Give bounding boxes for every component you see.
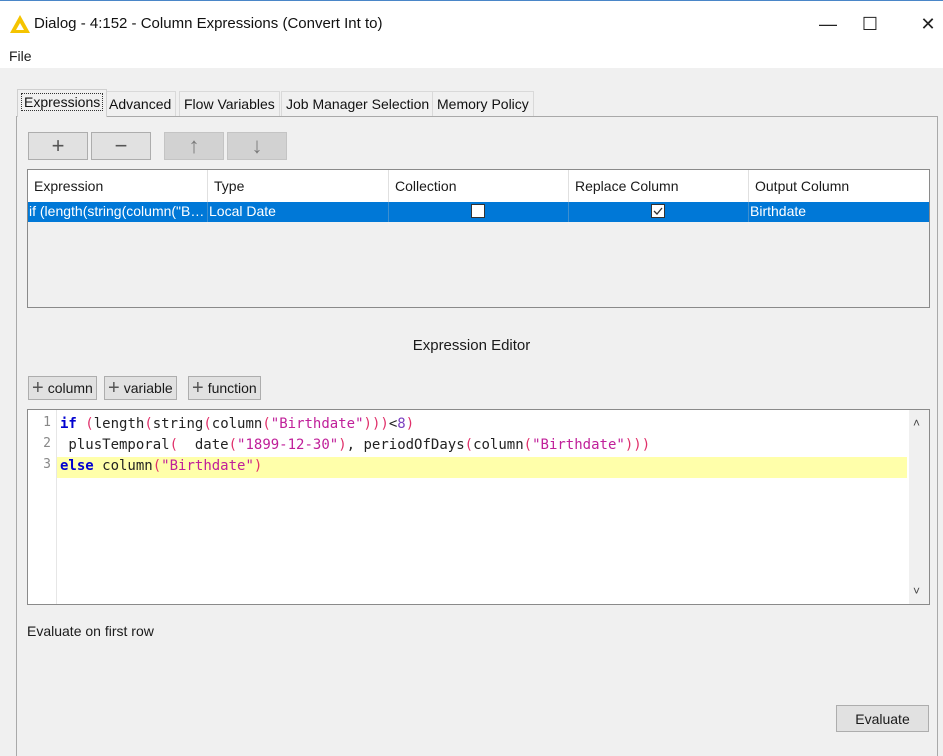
remove-expression-button[interactable]: −: [91, 132, 151, 160]
line-number: 2: [43, 436, 51, 451]
cell-output-column[interactable]: Birthdate: [749, 202, 929, 222]
cell-collection[interactable]: [389, 202, 569, 222]
tab-job-manager-selection[interactable]: Job Manager Selection: [281, 91, 435, 116]
maximize-icon: ☐: [861, 13, 879, 34]
insert-function-label: function: [207, 380, 257, 396]
vertical-scrollbar[interactable]: ˄ ˅: [909, 410, 929, 604]
cell-type[interactable]: Local Date: [208, 202, 389, 222]
maximize-button[interactable]: ☐: [847, 7, 893, 41]
move-up-button[interactable]: ↑: [164, 132, 224, 160]
plus-icon: +: [108, 377, 120, 399]
table-row[interactable]: if (length(string(column("B… Local Date …: [28, 202, 929, 222]
cell-replace-column[interactable]: [569, 202, 749, 222]
add-expression-button[interactable]: +: [28, 132, 88, 160]
close-button[interactable]: ✕: [905, 7, 943, 41]
cell-expression[interactable]: if (length(string(column("B…: [28, 202, 208, 222]
plus-icon: +: [51, 133, 65, 158]
evaluate-on-first-row-label: Evaluate on first row: [27, 623, 154, 639]
expressions-table: Expression Type Collection Replace Colum…: [27, 169, 930, 308]
replace-column-checkbox[interactable]: [650, 204, 665, 218]
code-line-1[interactable]: if (length(string(column("Birthdate")))<…: [60, 414, 414, 435]
table-header: Expression Type Collection Replace Colum…: [28, 170, 929, 203]
line-number-gutter: 1 2 3: [28, 410, 57, 604]
checkmark-icon: [653, 207, 662, 215]
code-editor[interactable]: 1 2 3 if (length(string(column("Birthdat…: [27, 409, 930, 605]
knime-logo-icon-inner: [16, 23, 24, 30]
tab-flow-variables[interactable]: Flow Variables: [179, 91, 280, 116]
tab-expressions[interactable]: Expressions: [17, 89, 108, 117]
column-header-collection[interactable]: Collection: [389, 170, 569, 202]
column-header-expression[interactable]: Expression: [28, 170, 208, 202]
menu-bar: File: [0, 44, 943, 68]
insert-column-label: column: [47, 380, 93, 396]
tab-label: Expressions: [20, 93, 104, 111]
insert-column-button[interactable]: + column: [28, 376, 97, 400]
collection-checkbox[interactable]: [470, 204, 485, 218]
insert-function-button[interactable]: + function: [188, 376, 261, 400]
title-bar: Dialog - 4:152 - Column Expressions (Con…: [0, 0, 943, 44]
arrow-up-icon: ↑: [188, 133, 200, 158]
window-title: Dialog - 4:152 - Column Expressions (Con…: [34, 15, 383, 32]
evaluate-button[interactable]: Evaluate: [836, 705, 929, 732]
code-line-2[interactable]: plusTemporal( date("1899-12-30"), period…: [60, 435, 650, 456]
plus-icon: +: [32, 377, 44, 399]
insert-variable-button[interactable]: + variable: [104, 376, 177, 400]
move-down-button[interactable]: ↓: [227, 132, 287, 160]
minimize-icon: —: [819, 13, 837, 34]
column-header-replace-column[interactable]: Replace Column: [569, 170, 749, 202]
column-header-type[interactable]: Type: [208, 170, 389, 202]
expression-editor-title: Expression Editor: [412, 337, 531, 354]
menu-file[interactable]: File: [9, 48, 32, 64]
line-number: 1: [43, 415, 51, 430]
scroll-down-icon[interactable]: ˅: [913, 584, 920, 598]
arrow-down-icon: ↓: [251, 133, 263, 158]
column-header-output-column[interactable]: Output Column: [749, 170, 929, 202]
insert-variable-label: variable: [123, 380, 173, 396]
tab-advanced[interactable]: Advanced: [104, 91, 177, 116]
plus-icon: +: [192, 377, 204, 399]
line-number: 3: [43, 457, 51, 472]
code-line-3[interactable]: else column("Birthdate"): [60, 456, 262, 477]
scroll-up-icon[interactable]: ˄: [913, 416, 920, 430]
close-icon: ✕: [920, 13, 936, 34]
tab-memory-policy[interactable]: Memory Policy: [432, 91, 534, 116]
minimize-button[interactable]: —: [805, 7, 851, 41]
minus-icon: −: [114, 133, 128, 158]
